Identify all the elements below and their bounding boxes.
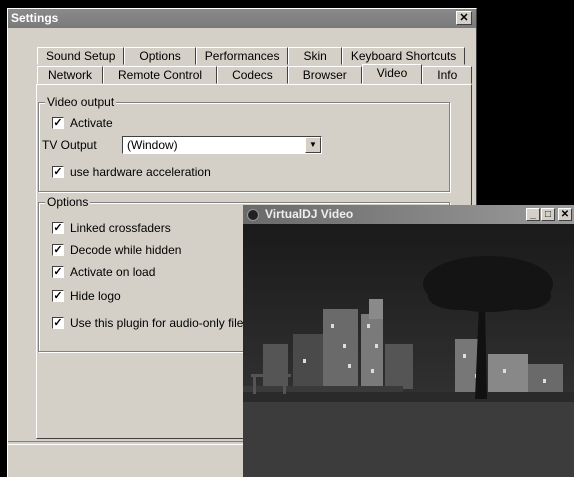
tv-output-value: (Window) (127, 138, 178, 152)
tab-sound-setup[interactable]: Sound Setup (37, 47, 125, 65)
checkmark-icon: ✓ (52, 244, 64, 256)
audio-only-plugin-checkbox[interactable]: ✓ Use this plugin for audio-only files (52, 316, 249, 330)
tab-options[interactable]: Options (124, 47, 196, 65)
video-window-title: VirtualDJ Video (265, 207, 354, 221)
option-label: Use this plugin for audio-only files (70, 316, 250, 330)
option-label: Linked crossfaders (70, 221, 171, 235)
tab-network[interactable]: Network (37, 66, 104, 84)
linked-crossfaders-checkbox[interactable]: ✓ Linked crossfaders (52, 221, 171, 235)
tv-output-label-wrap: TV Output (42, 138, 97, 152)
close-icon[interactable]: ✕ (456, 11, 472, 25)
chevron-down-icon[interactable]: ▼ (305, 137, 321, 153)
checkmark-icon: ✓ (52, 117, 64, 129)
divider (8, 441, 245, 445)
activate-on-load-checkbox[interactable]: ✓ Activate on load (52, 265, 155, 279)
checkmark-icon: ✓ (52, 317, 64, 329)
options-label: Options (45, 195, 91, 209)
tab-performances[interactable]: Performances (195, 47, 289, 65)
dialog-titlebar[interactable]: Settings ✕ (8, 9, 476, 28)
checkmark-icon: ✓ (52, 222, 64, 234)
tv-output-label: TV Output (42, 138, 97, 152)
dialog-title: Settings (11, 11, 59, 25)
video-window-titlebar[interactable]: VirtualDJ Video _ □ ✕ (243, 205, 574, 224)
option-label: Hide logo (70, 289, 121, 303)
tab-remote-control[interactable]: Remote Control (103, 66, 218, 84)
close-icon[interactable]: ✕ (558, 208, 572, 221)
option-label: Decode while hidden (70, 243, 182, 257)
tab-codecs[interactable]: Codecs (217, 66, 288, 84)
checkmark-icon: ✓ (52, 266, 64, 278)
hide-logo-checkbox[interactable]: ✓ Hide logo (52, 289, 121, 303)
video-window[interactable]: VirtualDJ Video _ □ ✕ (243, 205, 574, 477)
tabs-row-2: Network Remote Control Codecs Browser Vi… (37, 64, 473, 84)
decode-while-hidden-checkbox[interactable]: ✓ Decode while hidden (52, 243, 181, 257)
checkmark-icon: ✓ (52, 166, 64, 178)
hw-accel-label: use hardware acceleration (70, 165, 211, 179)
video-output-label: Video output (45, 95, 117, 109)
tab-skin[interactable]: Skin (288, 47, 342, 65)
tab-browser[interactable]: Browser (287, 66, 362, 84)
tv-output-select[interactable]: (Window) ▼ (122, 136, 322, 154)
hw-accel-checkbox[interactable]: ✓ use hardware acceleration (52, 165, 211, 179)
vinyl-icon (247, 209, 259, 221)
maximize-icon[interactable]: □ (541, 208, 555, 221)
activate-checkbox[interactable]: ✓ Activate (52, 116, 113, 130)
option-label: Activate on load (70, 265, 156, 279)
tabs-row-1: Sound Setup Options Performances Skin Ke… (37, 47, 466, 65)
tab-info[interactable]: Info (422, 66, 473, 84)
minimize-icon[interactable]: _ (526, 208, 540, 221)
video-frame (243, 224, 574, 477)
checkmark-icon: ✓ (52, 290, 64, 302)
activate-label: Activate (70, 116, 113, 130)
tab-keyboard-shortcuts[interactable]: Keyboard Shortcuts (341, 47, 466, 65)
tab-video[interactable]: Video (361, 64, 423, 84)
